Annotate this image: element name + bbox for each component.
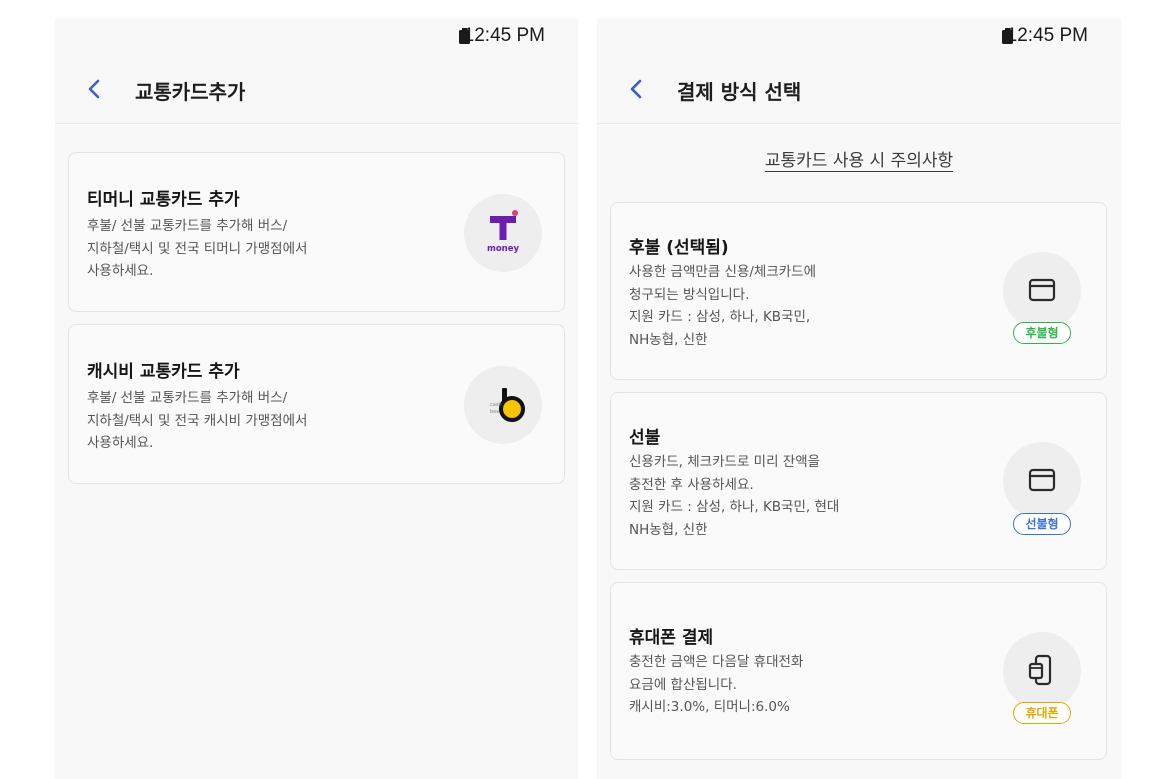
postpaid-badge: 후불형 bbox=[1013, 322, 1071, 344]
payment-option-phone[interactable]: 휴대폰 결제 충전한 금액은 다음달 휴대전화 요금에 합산됩니다. 캐시비:3… bbox=[610, 582, 1107, 760]
tmoney-logo-text: money bbox=[487, 244, 520, 254]
tmoney-logo-icon: money bbox=[487, 210, 520, 254]
status-time: 12:45 PM bbox=[1006, 25, 1088, 46]
cashbee-card-option[interactable]: 캐시비 교통카드 추가 후불/ 선불 교통카드를 추가해 버스/ 지하철/택시 … bbox=[68, 324, 565, 484]
card-title: 티머니 교통카드 추가 bbox=[87, 190, 240, 210]
page-title: 결제 방식 선택 bbox=[677, 80, 802, 104]
card-description: 후불/ 선불 교통카드를 추가해 버스/ 지하철/택시 및 전국 티머니 가맹점… bbox=[87, 218, 308, 279]
page-title: 교통카드추가 bbox=[135, 80, 246, 104]
option-icon-circle bbox=[1003, 442, 1081, 520]
payment-method-screen: 12:45 PM 결제 방식 선택 교통카드 사용 시 주의사항 후불 (선택됨… bbox=[597, 18, 1121, 779]
option-title: 휴대폰 결제 bbox=[629, 628, 714, 648]
svg-text:cash: cash bbox=[490, 402, 502, 408]
option-description: 신용카드, 체크카드로 미리 잔액을 충전한 후 사용하세요. 지원 카드 : … bbox=[629, 454, 840, 538]
phone-payment-badge: 휴대폰 bbox=[1013, 702, 1071, 724]
option-title: 후불 (선택됨) bbox=[629, 238, 729, 258]
option-icon-circle bbox=[1003, 252, 1081, 330]
status-bar: 12:45 PM bbox=[55, 18, 578, 56]
payment-option-prepaid[interactable]: 선불 신용카드, 체크카드로 미리 잔액을 충전한 후 사용하세요. 지원 카드… bbox=[610, 392, 1107, 570]
svg-text:bee: bee bbox=[490, 409, 499, 415]
card-description: 후불/ 선불 교통카드를 추가해 버스/ 지하철/택시 및 전국 캐시비 가맹점… bbox=[87, 390, 308, 451]
card-icon bbox=[1028, 278, 1056, 302]
cashbee-logo: cash bee bbox=[464, 366, 542, 444]
transit-card-notice-link[interactable]: 교통카드 사용 시 주의사항 bbox=[597, 146, 1121, 171]
option-icon-circle bbox=[1003, 632, 1081, 710]
app-bar: 교통카드추가 bbox=[55, 56, 578, 124]
app-bar: 결제 방식 선택 bbox=[597, 56, 1121, 124]
payment-option-postpaid[interactable]: 후불 (선택됨) 사용한 금액만큼 신용/체크카드에 청구되는 방식입니다. 지… bbox=[610, 202, 1107, 380]
status-bar: 12:45 PM bbox=[597, 18, 1121, 56]
option-description: 사용한 금액만큼 신용/체크카드에 청구되는 방식입니다. 지원 카드 : 삼성… bbox=[629, 264, 817, 348]
prepaid-badge: 선불형 bbox=[1013, 513, 1071, 535]
back-arrow-icon[interactable] bbox=[627, 75, 647, 103]
add-transit-card-screen: 12:45 PM 교통카드추가 티머니 교통카드 추가 후불/ 선불 교통카드를… bbox=[55, 18, 578, 779]
status-time: 12:45 PM bbox=[463, 25, 545, 46]
option-description: 충전한 금액은 다음달 휴대전화 요금에 합산됩니다. 캐시비:3.0%, 티머… bbox=[629, 654, 804, 715]
back-arrow-icon[interactable] bbox=[85, 75, 105, 103]
cashbee-logo-icon: cash bee bbox=[490, 388, 525, 422]
tmoney-card-option[interactable]: 티머니 교통카드 추가 후불/ 선불 교통카드를 추가해 버스/ 지하철/택시 … bbox=[68, 152, 565, 312]
tmoney-logo: money bbox=[464, 194, 542, 272]
card-icon bbox=[1028, 468, 1056, 492]
phone-payment-icon bbox=[1028, 654, 1052, 686]
option-title: 선불 bbox=[629, 428, 661, 448]
card-title: 캐시비 교통카드 추가 bbox=[87, 362, 240, 382]
